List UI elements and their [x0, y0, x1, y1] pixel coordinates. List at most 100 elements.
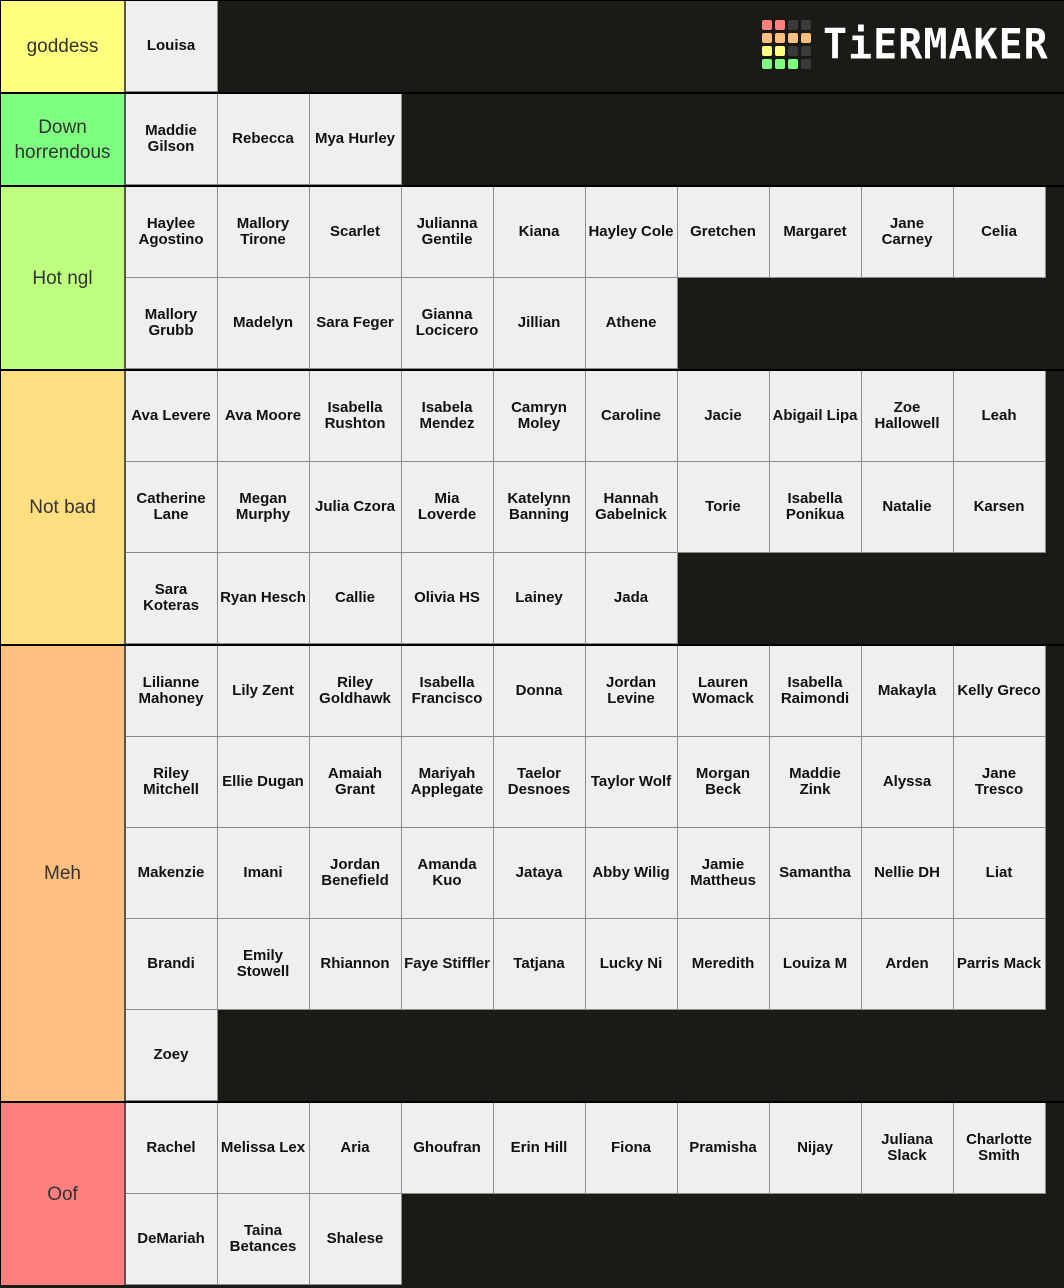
tier-item-card[interactable]: Ava Moore	[218, 371, 310, 462]
tier-item-card[interactable]: Isabella Rushton	[310, 371, 402, 462]
tier-item-card[interactable]: Hayley Cole	[586, 187, 678, 278]
tier-item-card[interactable]: Gretchen	[678, 187, 770, 278]
tier-item-card[interactable]: Aria	[310, 1103, 402, 1194]
tier-item-card[interactable]: Donna	[494, 646, 586, 737]
tier-item-card[interactable]: Torie	[678, 462, 770, 553]
tier-item-card[interactable]: Ellie Dugan	[218, 737, 310, 828]
tier-item-card[interactable]: Liat	[954, 828, 1046, 919]
tier-item-card[interactable]: Jordan Levine	[586, 646, 678, 737]
tier-item-card[interactable]: Meredith	[678, 919, 770, 1010]
tier-item-card[interactable]: Lainey	[494, 553, 586, 644]
tier-item-card[interactable]: Pramisha	[678, 1103, 770, 1194]
tier-item-card[interactable]: Tatjana	[494, 919, 586, 1010]
tier-item-card[interactable]: Rachel	[126, 1103, 218, 1194]
tier-item-card[interactable]: Abby Wilig	[586, 828, 678, 919]
tier-label[interactable]: Oof	[0, 1103, 126, 1285]
tier-item-card[interactable]: Olivia HS	[402, 553, 494, 644]
tier-item-card[interactable]: Makayla	[862, 646, 954, 737]
tier-item-card[interactable]: Haylee Agostino	[126, 187, 218, 278]
tier-label[interactable]: goddess	[0, 1, 126, 92]
tier-item-card[interactable]: Mallory Grubb	[126, 278, 218, 369]
tier-item-card[interactable]: Hannah Gabelnick	[586, 462, 678, 553]
tier-item-card[interactable]: Morgan Beck	[678, 737, 770, 828]
tier-item-card[interactable]: Taelor Desnoes	[494, 737, 586, 828]
tier-item-card[interactable]: Isabella Ponikua	[770, 462, 862, 553]
tier-item-card[interactable]: Ghoufran	[402, 1103, 494, 1194]
tier-item-card[interactable]: Zoey	[126, 1010, 218, 1101]
tier-item-card[interactable]: Imani	[218, 828, 310, 919]
tier-item-card[interactable]: Celia	[954, 187, 1046, 278]
tier-item-card[interactable]: Caroline	[586, 371, 678, 462]
tier-item-card[interactable]: Catherine Lane	[126, 462, 218, 553]
tier-item-card[interactable]: Jane Tresco	[954, 737, 1046, 828]
tier-item-card[interactable]: Karsen	[954, 462, 1046, 553]
tier-item-card[interactable]: Gianna Locicero	[402, 278, 494, 369]
tier-item-card[interactable]: Jataya	[494, 828, 586, 919]
tier-item-card[interactable]: Maddie Gilson	[126, 94, 218, 185]
tier-item-card[interactable]: Parris Mack	[954, 919, 1046, 1010]
tier-item-card[interactable]: Louiza M	[770, 919, 862, 1010]
tier-item-card[interactable]: Natalie	[862, 462, 954, 553]
tier-item-card[interactable]: Brandi	[126, 919, 218, 1010]
tier-item-card[interactable]: DeMariah	[126, 1194, 218, 1285]
tier-item-card[interactable]: Camryn Moley	[494, 371, 586, 462]
tier-label[interactable]: Down horrendous	[0, 94, 126, 185]
tier-item-card[interactable]: Samantha	[770, 828, 862, 919]
tier-item-card[interactable]: Nijay	[770, 1103, 862, 1194]
tier-item-card[interactable]: Taylor Wolf	[586, 737, 678, 828]
tier-item-card[interactable]: Amaiah Grant	[310, 737, 402, 828]
tier-item-card[interactable]: Margaret	[770, 187, 862, 278]
tier-item-card[interactable]: Ryan Hesch	[218, 553, 310, 644]
tier-item-card[interactable]: Mariyah Applegate	[402, 737, 494, 828]
tier-item-card[interactable]: Emily Stowell	[218, 919, 310, 1010]
tier-item-card[interactable]: Taina Betances	[218, 1194, 310, 1285]
tier-item-card[interactable]: Lily Zent	[218, 646, 310, 737]
tier-item-card[interactable]: Louisa	[126, 1, 218, 92]
tier-label[interactable]: Hot ngl	[0, 187, 126, 369]
tier-item-card[interactable]: Leah	[954, 371, 1046, 462]
tier-item-card[interactable]: Kiana	[494, 187, 586, 278]
tier-item-card[interactable]: Isabela Mendez	[402, 371, 494, 462]
tier-item-card[interactable]: Mia Loverde	[402, 462, 494, 553]
tier-item-card[interactable]: Mallory Tirone	[218, 187, 310, 278]
tier-item-card[interactable]: Jacie	[678, 371, 770, 462]
tier-item-card[interactable]: Mya Hurley	[310, 94, 402, 185]
tier-item-card[interactable]: Lauren Womack	[678, 646, 770, 737]
tier-item-card[interactable]: Lucky Ni	[586, 919, 678, 1010]
tier-item-card[interactable]: Shalese	[310, 1194, 402, 1285]
tier-item-card[interactable]: Kelly Greco	[954, 646, 1046, 737]
tier-item-card[interactable]: Julia Czora	[310, 462, 402, 553]
tier-item-card[interactable]: Makenzie	[126, 828, 218, 919]
tier-item-card[interactable]: Juliana Slack	[862, 1103, 954, 1194]
tier-item-card[interactable]: Scarlet	[310, 187, 402, 278]
tier-item-card[interactable]: Abigail Lipa	[770, 371, 862, 462]
tier-item-card[interactable]: Jordan Benefield	[310, 828, 402, 919]
tier-item-card[interactable]: Isabella Raimondi	[770, 646, 862, 737]
tier-item-card[interactable]: Madelyn	[218, 278, 310, 369]
tier-item-card[interactable]: Erin Hill	[494, 1103, 586, 1194]
tier-item-card[interactable]: Nellie DH	[862, 828, 954, 919]
tier-item-card[interactable]: Katelynn Banning	[494, 462, 586, 553]
tier-item-card[interactable]: Riley Mitchell	[126, 737, 218, 828]
tier-item-card[interactable]: Athene	[586, 278, 678, 369]
tier-item-card[interactable]: Julianna Gentile	[402, 187, 494, 278]
tier-item-card[interactable]: Alyssa	[862, 737, 954, 828]
tier-item-card[interactable]: Charlotte Smith	[954, 1103, 1046, 1194]
tier-item-card[interactable]: Sara Koteras	[126, 553, 218, 644]
tier-item-card[interactable]: Lilianne Mahoney	[126, 646, 218, 737]
tier-item-card[interactable]: Amanda Kuo	[402, 828, 494, 919]
tier-item-card[interactable]: Jada	[586, 553, 678, 644]
tier-item-card[interactable]: Callie	[310, 553, 402, 644]
tier-item-card[interactable]: Jane Carney	[862, 187, 954, 278]
tier-item-card[interactable]: Riley Goldhawk	[310, 646, 402, 737]
tier-item-card[interactable]: Rhiannon	[310, 919, 402, 1010]
tier-item-card[interactable]: Zoe Hallowell	[862, 371, 954, 462]
tier-label[interactable]: Not bad	[0, 371, 126, 644]
tier-item-card[interactable]: Maddie Zink	[770, 737, 862, 828]
tier-item-card[interactable]: Melissa Lex	[218, 1103, 310, 1194]
tier-item-card[interactable]: Faye Stiffler	[402, 919, 494, 1010]
tier-item-card[interactable]: Sara Feger	[310, 278, 402, 369]
tier-item-card[interactable]: Ava Levere	[126, 371, 218, 462]
tier-item-card[interactable]: Fiona	[586, 1103, 678, 1194]
tier-label[interactable]: Meh	[0, 646, 126, 1101]
